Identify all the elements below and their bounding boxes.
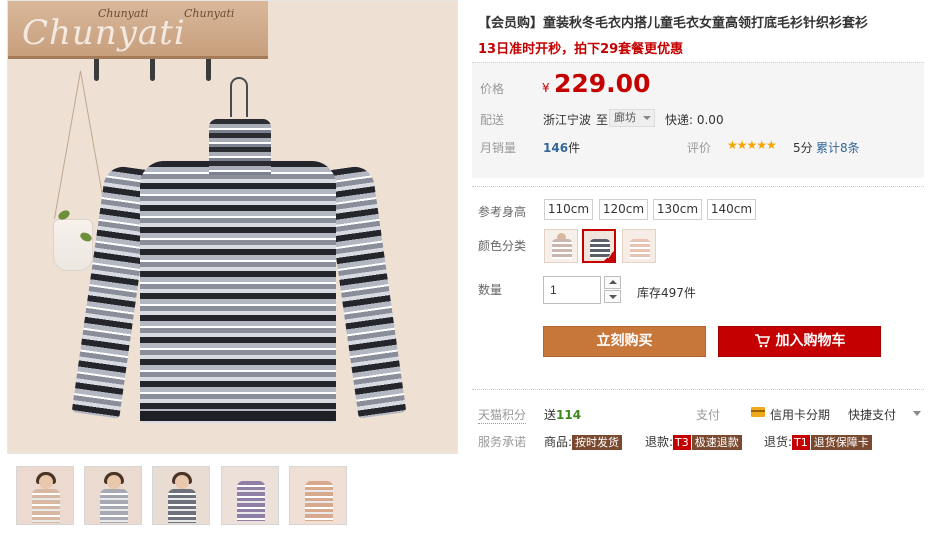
review-count-link[interactable]: 累计8条: [816, 139, 860, 156]
destination-value: 廊坊: [614, 111, 636, 124]
plant-string: [53, 70, 81, 219]
payment-label: 支付: [696, 408, 721, 422]
hanging-jar: [53, 219, 93, 271]
chevron-down-icon: [643, 116, 651, 120]
quick-pay-link[interactable]: 快捷支付: [848, 406, 896, 423]
sales-unit: 件: [568, 141, 581, 155]
quantity-increase-button[interactable]: [604, 276, 621, 289]
thumbnail-head: [175, 475, 189, 489]
buy-now-button[interactable]: 立刻购买: [543, 326, 706, 357]
promise-label: 服务承诺: [478, 435, 527, 449]
promise-return-label: 退货:: [764, 435, 793, 449]
rating-score: 5分: [793, 141, 813, 155]
price-label: 价格: [480, 82, 505, 96]
chevron-down-icon[interactable]: [913, 411, 921, 416]
check-icon: ✓: [606, 252, 613, 261]
cart-icon: [754, 334, 770, 348]
striped-sweater: [140, 161, 336, 423]
size-option[interactable]: 140cm: [707, 199, 756, 220]
size-option[interactable]: 120cm: [599, 199, 648, 220]
thumbnail-5[interactable]: [289, 466, 347, 525]
thumbnail-sweater: [168, 489, 196, 523]
brand-sign-small-text: Chunyati: [184, 7, 235, 20]
quantity-decrease-button[interactable]: [604, 290, 621, 303]
refund-code-badge: T3: [673, 435, 691, 450]
destination-select[interactable]: 廊坊: [609, 109, 655, 127]
sweater-collar: [209, 119, 271, 175]
swatch-sweater: [630, 239, 650, 259]
promise-refund-label: 退款:: [645, 435, 674, 449]
arrow-up-icon: [609, 280, 617, 284]
brand-sign: Chunyati Chunyati Chunyati: [8, 1, 268, 59]
thumbnail-3[interactable]: [152, 466, 210, 525]
add-to-cart-button[interactable]: 加入购物车: [718, 326, 881, 357]
credit-card-icon: [751, 407, 765, 417]
size-label: 参考身高: [478, 205, 527, 219]
points-prefix: 送: [544, 408, 557, 422]
ship-from: 浙江宁波: [543, 113, 592, 127]
thumbnail-1[interactable]: [16, 466, 74, 525]
wall-hook: [150, 59, 155, 81]
quantity-label: 数量: [478, 283, 503, 297]
rating-label: 评价: [687, 141, 712, 155]
shipping-label: 配送: [480, 113, 505, 127]
ship-to-word: 至: [596, 113, 609, 127]
shipping-fee: 快递: 0.00: [665, 113, 724, 127]
return-guarantee-badge[interactable]: 退货保障卡: [810, 435, 872, 450]
promise-goods-label: 商品:: [544, 435, 573, 449]
thumbnail-sweater: [32, 489, 60, 523]
wall-hook: [206, 59, 211, 81]
add-to-cart-label: 加入购物车: [775, 333, 846, 349]
price-value: 229.00: [554, 69, 651, 98]
on-time-ship-badge[interactable]: 按时发货: [572, 435, 623, 450]
points-value: 114: [556, 408, 582, 422]
thumbnail-2[interactable]: [84, 466, 142, 525]
thumbnail-4[interactable]: [221, 466, 279, 525]
price-panel: 价格 ¥ 229.00 配送 浙江宁波 至 廊坊 快递: 0.00 月销量 14…: [472, 62, 924, 178]
installment-link[interactable]: 信用卡分期: [770, 406, 830, 423]
sweater-hem: [140, 411, 336, 421]
promise-return: 退货: T1 退货保障卡: [764, 433, 872, 450]
color-option-1[interactable]: [544, 229, 578, 263]
brand-watermark: Chunyati: [22, 13, 186, 53]
thumbnail-head: [107, 475, 121, 489]
size-option[interactable]: 130cm: [653, 199, 702, 220]
thumbnail-head: [39, 475, 53, 489]
size-option[interactable]: 110cm: [544, 199, 593, 220]
return-code-badge: T1: [792, 435, 810, 450]
thumbnail-sweater: [305, 481, 333, 521]
divider: [472, 186, 924, 187]
arrow-down-icon: [609, 295, 617, 299]
hanger-hook: [230, 77, 248, 117]
color-option-3[interactable]: [622, 229, 656, 263]
divider: [472, 389, 924, 390]
thumbnail-sweater: [237, 481, 265, 521]
promise-refund: 退款: T3 极速退款: [645, 433, 742, 450]
sales-count: 146: [543, 141, 569, 155]
promise-goods: 商品: 按时发货: [544, 433, 623, 450]
color-label: 颜色分类: [478, 239, 527, 253]
swatch-sweater: [552, 239, 572, 259]
promo-text: 13日准时开秒，拍下29套餐更优惠: [478, 42, 684, 57]
stock-text: 库存497件: [637, 286, 696, 300]
main-product-image: Chunyati Chunyati Chunyati: [7, 0, 458, 454]
sweater-right-sleeve: [324, 164, 407, 419]
points-value-wrap: 送114: [544, 406, 581, 423]
color-option-2[interactable]: ✓: [582, 229, 616, 263]
sales-count-wrap: 146件: [543, 139, 580, 156]
fast-refund-badge[interactable]: 极速退款: [691, 435, 742, 450]
points-label[interactable]: 天猫积分: [478, 406, 527, 424]
rating-stars-icon: ★★★★★: [727, 138, 777, 152]
product-title: 【会员购】童装秋冬毛衣内搭儿童毛衣女童高领打底毛衫针织衫套衫: [478, 16, 869, 31]
wall-hook: [94, 59, 99, 81]
thumbnail-sweater: [100, 489, 128, 523]
sales-label: 月销量: [480, 141, 517, 155]
quantity-input[interactable]: [543, 276, 601, 304]
currency-symbol: ¥: [542, 81, 550, 95]
